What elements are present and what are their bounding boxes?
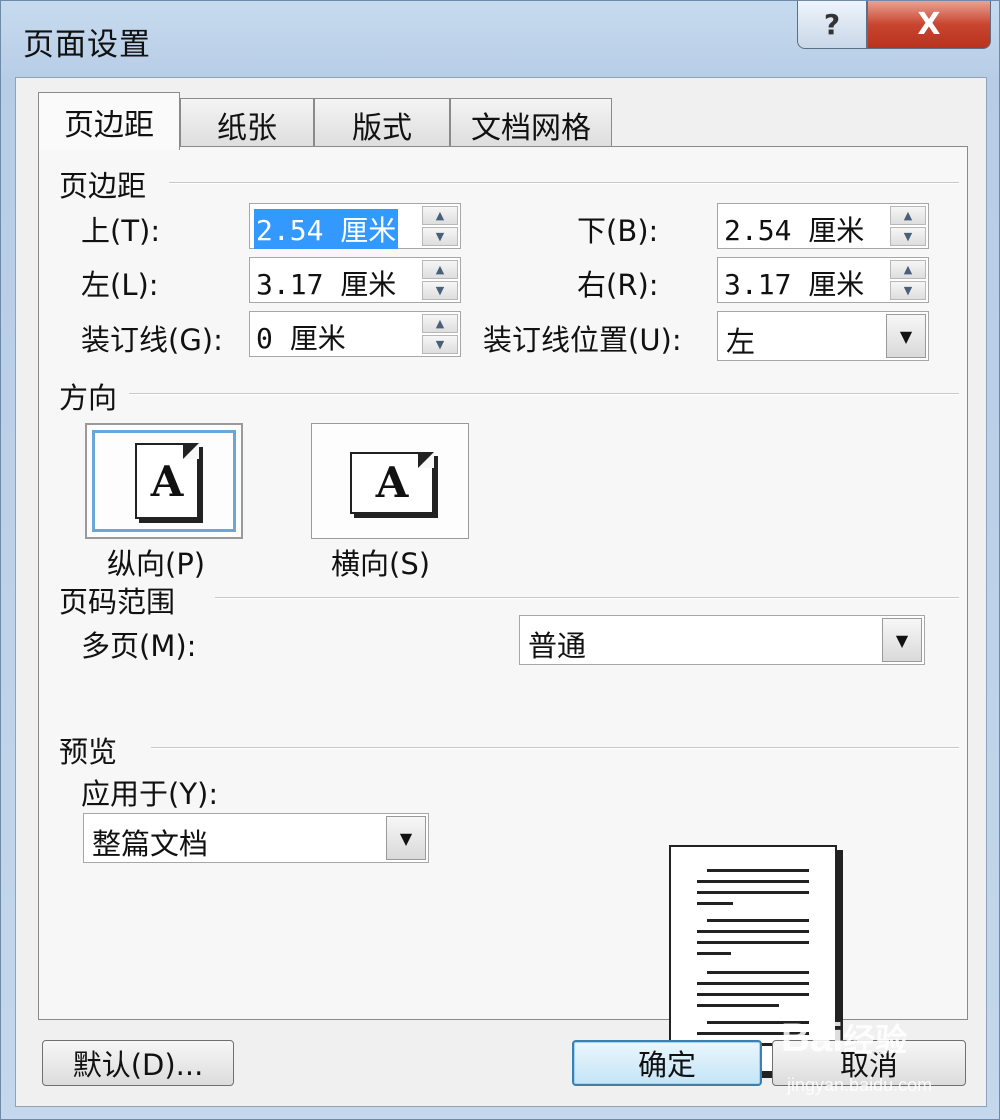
spin-down-icon[interactable]: ▼ — [422, 281, 458, 300]
tab-paper[interactable]: 纸张 — [180, 98, 314, 150]
portrait-page-icon: A — [135, 443, 199, 519]
spin-up-icon[interactable]: ▲ — [422, 260, 458, 279]
preview-line — [707, 869, 809, 872]
multiple-pages-select[interactable]: 普通 ▼ — [519, 615, 925, 665]
ok-button[interactable]: 确定 — [572, 1040, 762, 1086]
dialog-title: 页面设置 — [23, 27, 151, 63]
divider — [215, 597, 959, 599]
gutter-spinner[interactable]: 0 厘米 ▲ ▼ — [249, 311, 461, 357]
close-button[interactable]: X — [867, 1, 991, 49]
chevron-down-icon[interactable]: ▼ — [886, 314, 926, 358]
right-margin-label: 右(R): — [577, 268, 659, 302]
preview-line — [697, 993, 809, 996]
portrait-label[interactable]: 纵向(P) — [107, 541, 205, 583]
preview-line — [697, 941, 809, 944]
tab-panel: 页边距 上(T): 2.54 厘米 ▲ ▼ 下(B): 2.54 厘米 ▲ ▼ 左(… — [38, 146, 968, 1073]
right-margin-value[interactable]: 3.17 厘米 — [722, 263, 866, 303]
landscape-option[interactable]: A — [311, 423, 469, 539]
pages-group-title: 页码范围 — [59, 579, 182, 621]
watermark-url: jingyan.baidu.com — [787, 1075, 933, 1095]
right-margin-spinner[interactable]: 3.17 厘米 ▲ ▼ — [717, 257, 929, 303]
divider — [169, 182, 959, 184]
preview-line — [697, 1004, 779, 1007]
portrait-option[interactable]: A — [85, 423, 243, 539]
multiple-pages-value: 普通 — [528, 629, 587, 663]
help-button[interactable]: ? — [797, 1, 867, 49]
top-margin-label: 上(T): — [81, 214, 161, 248]
watermark-logo: Bai经验 — [781, 1016, 908, 1060]
gutter-position-value: 左 — [726, 325, 756, 359]
spin-up-icon[interactable]: ▲ — [890, 206, 926, 225]
left-margin-label: 左(L): — [81, 268, 159, 302]
spin-down-icon[interactable]: ▼ — [890, 227, 926, 246]
landscape-page-icon: A — [350, 452, 434, 514]
title-bar[interactable]: 页面设置 ? X — [1, 1, 1000, 79]
chevron-down-icon[interactable]: ▼ — [882, 618, 922, 662]
bottom-margin-value[interactable]: 2.54 厘米 — [722, 209, 866, 249]
bottom-margin-label: 下(B): — [577, 214, 659, 248]
tab-document-grid[interactable]: 文档网格 — [450, 98, 612, 150]
gutter-position-label: 装订线位置(U): — [483, 323, 682, 357]
help-icon: ? — [823, 8, 841, 41]
bottom-margin-spinner[interactable]: 2.54 厘米 ▲ ▼ — [717, 203, 929, 249]
tab-margins[interactable]: 页边距 — [38, 92, 180, 150]
landscape-label[interactable]: 横向(S) — [331, 541, 430, 583]
preview-line — [707, 971, 809, 974]
gutter-value[interactable]: 0 厘米 — [254, 317, 348, 357]
preview-group-title: 预览 — [59, 729, 124, 771]
gutter-label: 装订线(G): — [81, 323, 223, 357]
multiple-pages-label: 多页(M): — [81, 629, 197, 663]
left-margin-value[interactable]: 3.17 厘米 — [254, 263, 398, 303]
divider — [151, 747, 959, 749]
spin-down-icon[interactable]: ▼ — [422, 227, 458, 246]
orientation-group-title: 方向 — [59, 375, 124, 417]
spin-up-icon[interactable]: ▲ — [422, 206, 458, 225]
preview-line — [697, 880, 809, 883]
gutter-position-select[interactable]: 左 ▼ — [717, 311, 929, 361]
margins-group-title: 页边距 — [59, 163, 153, 205]
preview-line — [697, 982, 809, 985]
top-margin-value[interactable]: 2.54 厘米 — [254, 209, 399, 249]
close-icon: X — [917, 7, 941, 42]
spin-up-icon[interactable]: ▲ — [890, 260, 926, 279]
spin-down-icon[interactable]: ▼ — [422, 335, 458, 354]
top-margin-spinner[interactable]: 2.54 厘米 ▲ ▼ — [249, 203, 461, 249]
page-setup-dialog: 页面设置 ? X 页边距 纸张 版式 文档网格 页边距 上(T): 2.54 厘… — [0, 0, 1000, 1120]
preview-line — [697, 891, 809, 894]
preview-line — [697, 952, 731, 955]
page-letter: A — [150, 457, 184, 506]
apply-to-label: 应用于(Y): — [81, 777, 219, 811]
spin-up-icon[interactable]: ▲ — [422, 314, 458, 333]
chevron-down-icon[interactable]: ▼ — [386, 816, 426, 860]
preview-line — [707, 919, 809, 922]
page-letter: A — [375, 458, 409, 507]
default-button[interactable]: 默认(D)... — [42, 1040, 234, 1086]
preview-line — [697, 930, 809, 933]
divider — [129, 393, 959, 395]
apply-to-select[interactable]: 整篇文档 ▼ — [83, 813, 429, 863]
spin-down-icon[interactable]: ▼ — [890, 281, 926, 300]
tab-layout[interactable]: 版式 — [314, 98, 450, 150]
left-margin-spinner[interactable]: 3.17 厘米 ▲ ▼ — [249, 257, 461, 303]
dialog-client: 页边距 纸张 版式 文档网格 页边距 上(T): 2.54 厘米 ▲ ▼ 下(B)… — [15, 77, 987, 1107]
preview-line — [697, 902, 733, 905]
apply-to-value: 整篇文档 — [92, 827, 209, 861]
